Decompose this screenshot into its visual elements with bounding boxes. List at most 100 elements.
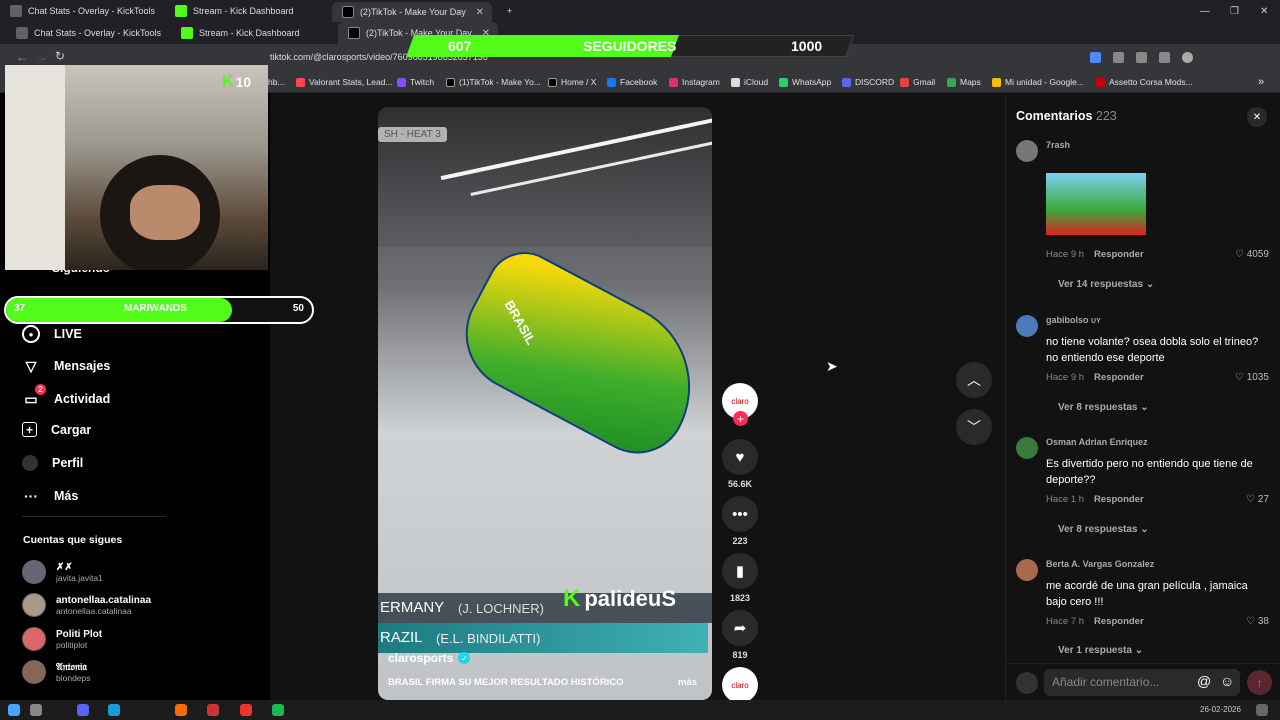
tab-kick-dashboard-dup[interactable]: Stream - Kick Dashboard — [171, 22, 336, 44]
bookmark[interactable]: Assetto Corsa Mods... — [1096, 71, 1193, 93]
maximize-icon[interactable]: ❐ — [1230, 6, 1239, 17]
start-icon[interactable] — [8, 704, 20, 716]
view-replies-link[interactable]: Ver 8 respuestas ⌄ — [1058, 524, 1149, 535]
view-replies-link[interactable]: Ver 8 respuestas ⌄ — [1058, 402, 1149, 413]
save-action[interactable]: ▮ 1823 — [722, 553, 758, 603]
taskbar-app-icon[interactable] — [240, 704, 252, 716]
comment-input[interactable]: Añadir comentario... @ ☺ — [1044, 669, 1240, 696]
comment: gabibolso UY no tiene volante? osea dobl… — [1016, 315, 1271, 425]
sidebar-item-upload[interactable]: + Cargar — [22, 422, 91, 437]
followed-account[interactable]: antonellaa.catalinaa antonellaa.catalinaa — [22, 593, 151, 617]
sidebar-item-messages[interactable]: ▽ Mensajes — [22, 357, 111, 375]
reply-button[interactable]: Responder — [1094, 372, 1144, 383]
bookmark-icon[interactable]: ▮ — [722, 553, 758, 589]
new-tab-button[interactable]: + — [497, 0, 517, 22]
discord-icon[interactable] — [77, 704, 89, 716]
sidebar-item-activity[interactable]: ▭ 2 Actividad — [22, 384, 110, 408]
comment-username[interactable]: Osman Adrian Enriquez — [1046, 437, 1148, 447]
bookmark[interactable]: WhatsApp — [779, 71, 831, 93]
comment-likes[interactable]: ♡ 1035 — [1235, 372, 1269, 383]
bookmark[interactable]: (1)TikTok - Make Yo... — [446, 71, 541, 93]
followed-account[interactable]: 𝔄𝔫𝔱𝔬𝔫𝔦𝔞 blondeps — [22, 660, 91, 684]
close-tab-icon[interactable]: ✕ — [476, 7, 484, 18]
followers-current: 607 — [448, 38, 472, 54]
caption-more-link[interactable]: más — [678, 677, 697, 688]
brave-icon[interactable] — [175, 704, 187, 716]
emoji-icon[interactable]: ☺ — [1220, 673, 1234, 689]
tab-tiktok[interactable]: (2)TikTok - Make Your Day ✕ — [332, 2, 492, 22]
comment-username[interactable]: 7rash — [1046, 140, 1070, 150]
spotify-icon[interactable] — [272, 704, 284, 716]
sidebar-item-profile[interactable]: Perfil — [22, 455, 83, 471]
video-player[interactable]: SH - HEAT 3 BRASIL ERMANY (J. LOCHNER) R… — [378, 107, 712, 700]
bookmark-label: Maps — [960, 77, 981, 87]
comment-gif-image[interactable] — [1046, 173, 1146, 235]
extension-icon[interactable] — [1136, 52, 1147, 63]
x-icon — [548, 77, 557, 87]
like-count: 27 — [1257, 494, 1269, 505]
taskbar-app-icon[interactable] — [207, 704, 219, 716]
bookmark[interactable]: Facebook — [607, 71, 657, 93]
comment-likes[interactable]: ♡ 27 — [1246, 494, 1269, 505]
heart-icon[interactable]: ♥ — [722, 439, 758, 475]
comment-likes[interactable]: ♡ 38 — [1246, 616, 1269, 627]
bookmark[interactable]: Instagram — [669, 71, 720, 93]
bookmark[interactable]: Twitch — [397, 71, 434, 93]
bookmark[interactable]: DISCORD — [842, 71, 894, 93]
reply-button[interactable]: Responder — [1094, 616, 1144, 627]
taskbar-app-icon[interactable] — [30, 704, 42, 716]
bookmark[interactable]: hb... — [268, 71, 285, 93]
bookmark[interactable]: Maps — [947, 71, 981, 93]
share-action[interactable]: ➦ 819 — [722, 610, 758, 660]
previous-video-button[interactable]: ︿ — [956, 362, 992, 398]
goal-target: 50 — [292, 303, 304, 314]
comment-username[interactable]: Berta A. Vargas Gonzalez — [1046, 559, 1154, 569]
streamer-face — [130, 185, 200, 240]
sidebar-item-more[interactable]: ··· Más — [22, 487, 78, 505]
extension-icon[interactable] — [1113, 52, 1124, 63]
tab-chat-stats-dup[interactable]: Chat Stats - Overlay - KickTools — [6, 22, 171, 44]
like-action[interactable]: ♥ 56.6K — [722, 439, 758, 489]
tab-chat-stats[interactable]: Chat Stats - Overlay - KickTools — [0, 0, 165, 22]
comment-username[interactable]: gabibolso UY — [1046, 315, 1101, 325]
profile-icon[interactable] — [1182, 52, 1193, 63]
followed-account[interactable]: ✗✗ javita.javita1 — [22, 560, 103, 584]
extension-icon[interactable] — [1090, 52, 1101, 63]
minimize-icon[interactable]: — — [1200, 6, 1210, 17]
follow-plus-icon[interactable]: + — [733, 411, 748, 426]
send-comment-button[interactable]: ↑ — [1247, 670, 1272, 695]
bookmark[interactable]: iCloud — [731, 71, 768, 93]
comment-action[interactable]: ••• 223 — [722, 496, 758, 546]
next-video-button[interactable]: ﹀ — [956, 409, 992, 445]
bookmarks-overflow-icon[interactable]: » — [1258, 71, 1264, 93]
reload-icon[interactable]: ↻ — [55, 49, 65, 63]
bookmark[interactable]: Gmail — [900, 71, 935, 93]
bookmark[interactable]: Valorant Stats, Lead... — [296, 71, 392, 93]
notifications-icon[interactable] — [1256, 704, 1268, 716]
view-replies-link[interactable]: Ver 1 respuesta ⌄ — [1058, 645, 1143, 656]
forward-icon[interactable]: → — [36, 50, 48, 64]
bookmark-label: iCloud — [744, 77, 769, 87]
bookmark[interactable]: Home / X — [548, 71, 596, 93]
share-icon[interactable]: ➦ — [722, 610, 758, 646]
back-icon[interactable]: ← — [16, 50, 28, 64]
video-author[interactable]: clarosports ✓ — [388, 651, 471, 665]
tab-kick-dashboard[interactable]: Stream - Kick Dashboard — [165, 0, 330, 22]
sound-disc[interactable]: claro — [722, 667, 758, 703]
mention-icon[interactable]: @ — [1197, 673, 1211, 689]
reply-button[interactable]: Responder — [1094, 494, 1144, 505]
reply-button[interactable]: Responder — [1094, 249, 1144, 260]
tab-label: Stream - Kick Dashboard — [193, 6, 294, 16]
followed-account[interactable]: Politi Plot politiplot — [22, 627, 102, 651]
comment-icon[interactable]: ••• — [722, 496, 758, 532]
creator-avatar[interactable]: claro + — [722, 383, 758, 426]
sidebar-item-live[interactable]: ● LIVE — [22, 325, 82, 343]
close-window-icon[interactable]: ✕ — [1260, 6, 1268, 17]
bookmark[interactable]: Mi unidad - Google... — [992, 71, 1084, 93]
extension-icon[interactable] — [1159, 52, 1170, 63]
view-replies-link[interactable]: Ver 14 respuestas ⌄ — [1058, 279, 1154, 290]
music-disc-icon[interactable]: claro — [722, 667, 758, 703]
close-comments-button[interactable]: ✕ — [1247, 107, 1267, 127]
taskbar-app-icon[interactable] — [108, 704, 120, 716]
comment-likes[interactable]: ♡ 4059 — [1235, 249, 1269, 260]
